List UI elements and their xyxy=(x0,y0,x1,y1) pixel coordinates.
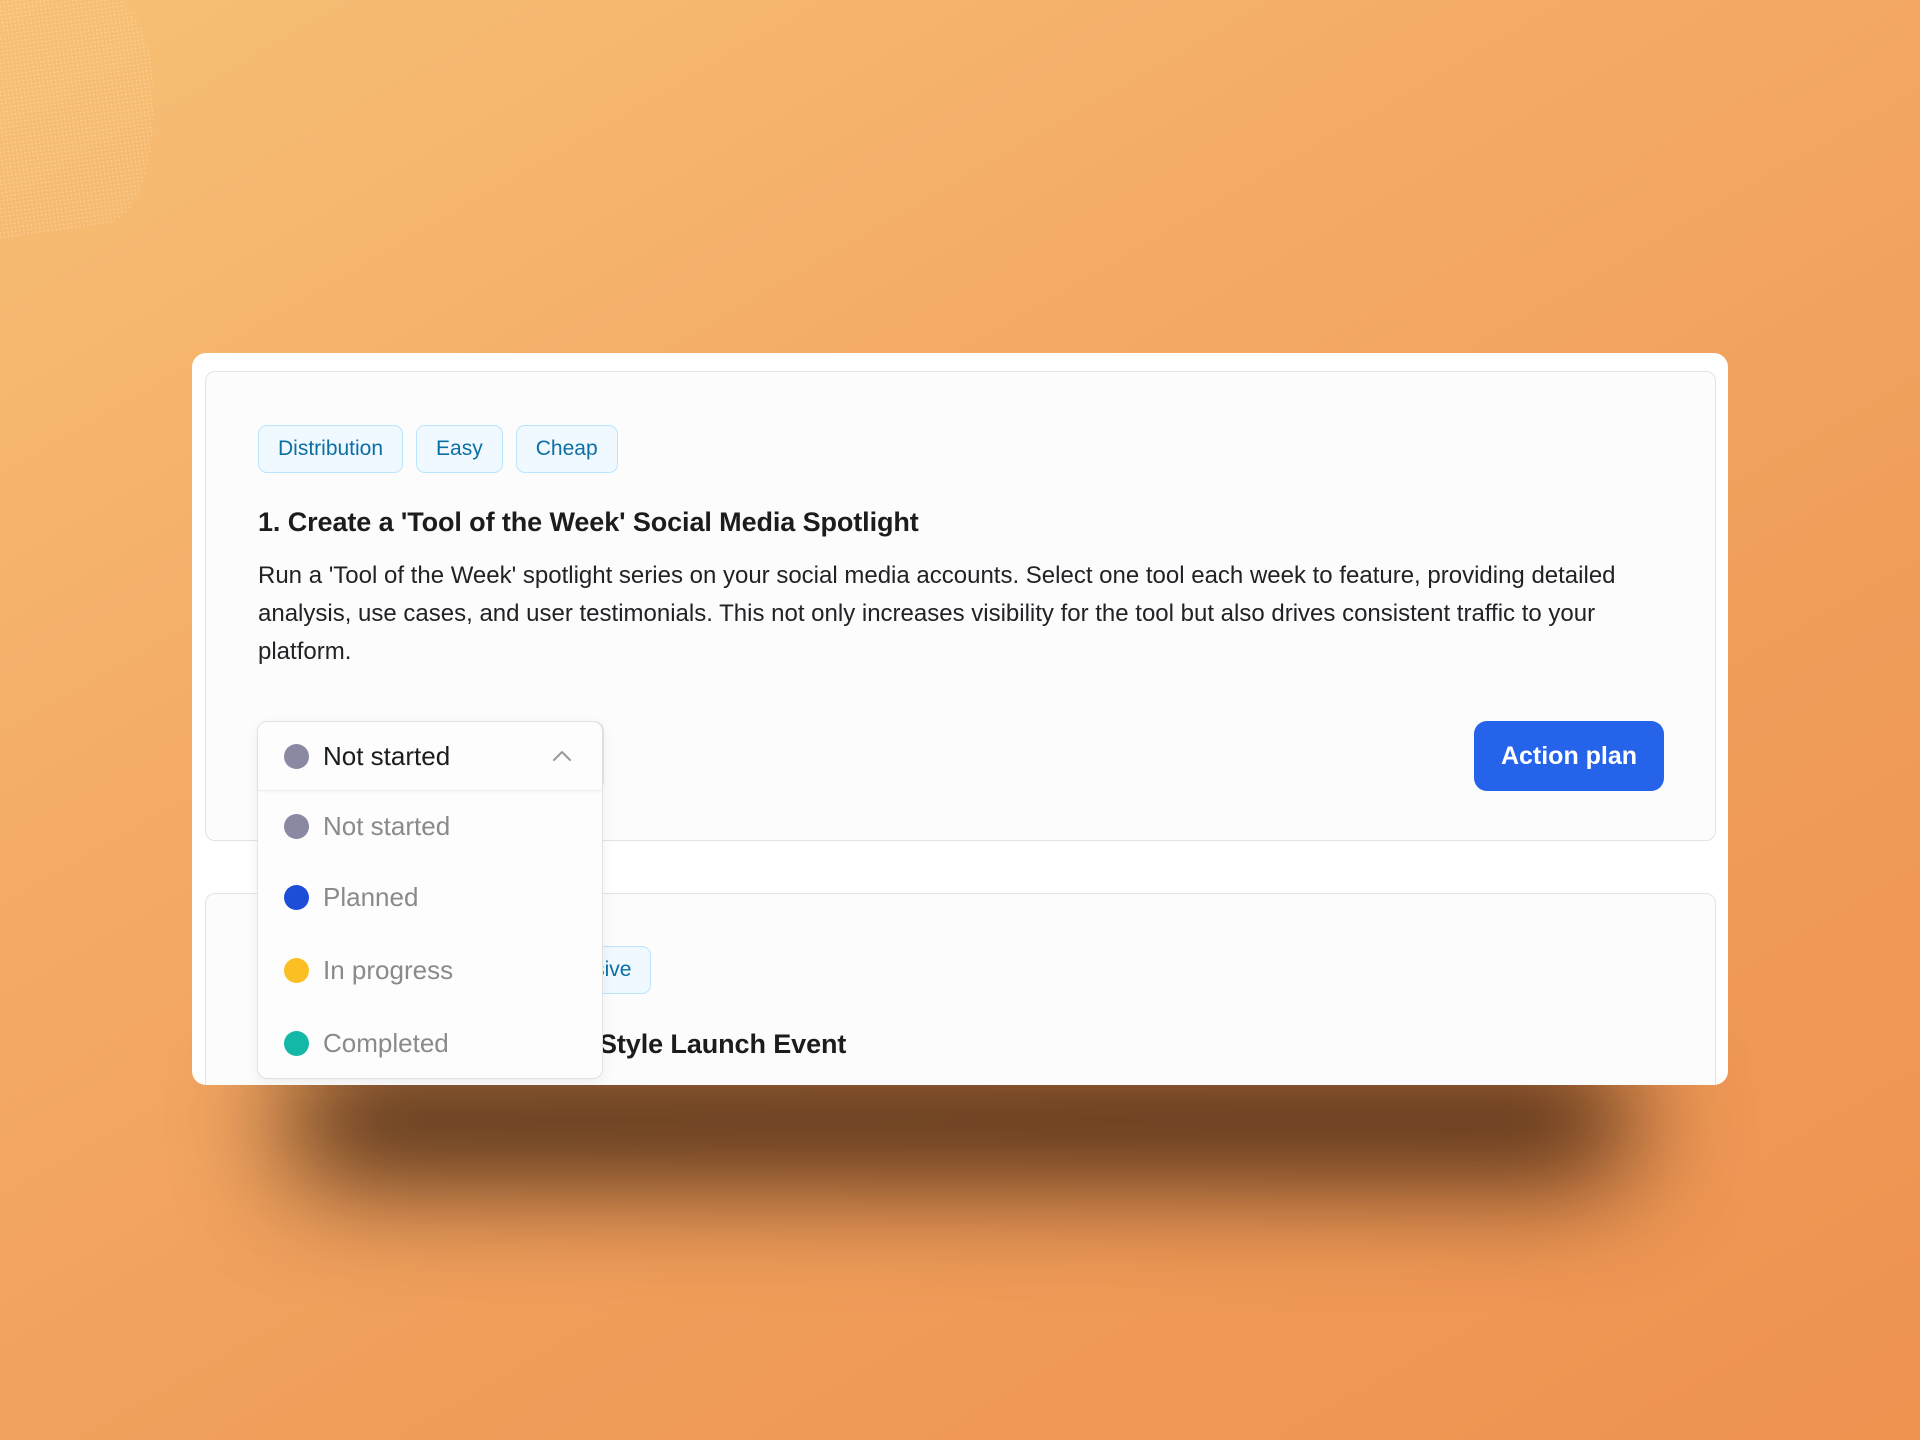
status-dot xyxy=(284,885,309,910)
option-label: Completed xyxy=(323,1028,449,1058)
option-label: Not started xyxy=(323,810,451,841)
status-dot xyxy=(284,1031,309,1056)
status-dot xyxy=(284,958,309,983)
tag-category: Distribution xyxy=(258,425,404,473)
opportunity-title: 1. Create a 'Tool of the Week' Social Me… xyxy=(258,507,919,537)
status-dot xyxy=(284,813,309,839)
status-option-in-progress[interactable]: In progress xyxy=(258,934,602,1007)
tag-list: Distribution Easy Cheap xyxy=(258,425,618,473)
status-option-planned[interactable]: Planned xyxy=(258,861,602,934)
chevron-up-icon[interactable] xyxy=(552,750,572,762)
status-select-trigger[interactable]: Not started xyxy=(258,722,602,791)
option-label: Planned xyxy=(323,882,419,912)
status-dot xyxy=(284,743,309,769)
status-options-list: Not started Planned In progress Complete… xyxy=(258,791,602,1080)
action-plan-button[interactable]: Action plan xyxy=(1474,721,1664,791)
selected-status-label: Not started xyxy=(323,740,451,771)
tag-cost: Cheap xyxy=(515,425,618,473)
option-label: In progress xyxy=(323,955,454,985)
background-decoration xyxy=(0,0,173,243)
opportunity-description: Run a 'Tool of the Week' spotlight serie… xyxy=(258,562,1616,665)
status-option-completed[interactable]: Completed xyxy=(258,1007,602,1080)
opportunity-title: Style Launch Event xyxy=(599,1029,847,1059)
tag-difficulty: Easy xyxy=(416,425,503,473)
status-option-not-started[interactable]: Not started xyxy=(258,791,602,861)
status-dropdown[interactable]: Not started Not started Planned In progr… xyxy=(257,721,603,1079)
